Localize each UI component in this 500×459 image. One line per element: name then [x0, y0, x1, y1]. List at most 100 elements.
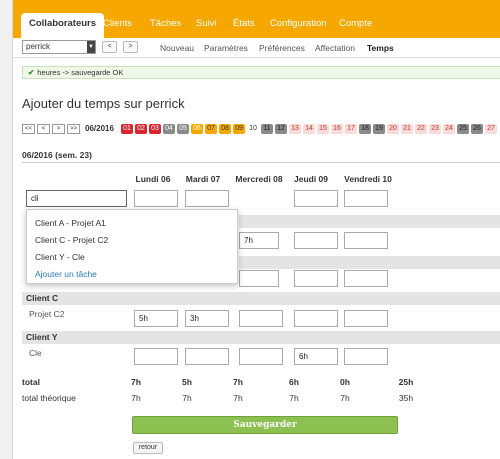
project-name: Projet C2 [29, 309, 65, 319]
client-row-bar [22, 331, 500, 344]
total-label: total [22, 377, 40, 387]
calendar-day[interactable]: 21 [401, 124, 413, 134]
hours-input[interactable]: 7h [239, 232, 279, 249]
column-header-jeudi: Jeudi 09 [293, 174, 329, 184]
autocomplete-option[interactable]: Client A - Projet A1 [35, 218, 106, 228]
hours-input[interactable] [185, 348, 229, 365]
column-header-mardi: Mardi 07 [185, 174, 221, 184]
top-navigation: Collaborateurs Clients Tâches Suivi État… [13, 0, 500, 38]
hours-input[interactable] [185, 190, 229, 207]
calendar-day[interactable]: 20 [387, 124, 399, 134]
calendar-day[interactable]: 05 [177, 124, 189, 134]
theorique-value: 7h [289, 393, 299, 403]
calendar-current-month: 06/2016 [85, 124, 114, 133]
success-message: ✔ heures -> sauvegarde OK [22, 66, 500, 79]
hours-input[interactable]: 6h [294, 348, 338, 365]
autocomplete-option[interactable]: Client Y - Cle [35, 252, 85, 262]
calendar-day[interactable]: 16 [331, 124, 343, 134]
sub-navigation: perrick ▼ < > Nouveau Paramètres Préfére… [13, 38, 500, 58]
back-button[interactable]: retour [133, 442, 163, 454]
calendar-day[interactable]: 22 [415, 124, 427, 134]
calendar-day[interactable]: 11 [261, 124, 273, 134]
calendar-day[interactable]: 08 [219, 124, 231, 134]
hours-input[interactable] [294, 310, 338, 327]
tab-compte[interactable]: Compte [339, 13, 372, 34]
calendar-day[interactable]: 09 [233, 124, 245, 134]
calendar-day[interactable]: 10 [247, 124, 259, 134]
save-button[interactable]: Sauvegarder [132, 416, 398, 434]
theorique-value: 7h [131, 393, 141, 403]
tab-taches[interactable]: Tâches [150, 13, 181, 34]
hours-input[interactable] [239, 348, 283, 365]
calendar-day[interactable]: 17 [345, 124, 357, 134]
calendar-day[interactable]: 23 [429, 124, 441, 134]
calendar-prev-button[interactable]: < [37, 124, 50, 134]
task-search-input[interactable]: cli [26, 190, 127, 207]
autocomplete-option[interactable]: Client C - Projet C2 [35, 235, 108, 245]
calendar-day[interactable]: 03 [149, 124, 161, 134]
client-row-bar [22, 292, 500, 305]
hours-input[interactable] [134, 190, 178, 207]
hours-input[interactable] [294, 270, 338, 287]
hours-input[interactable] [344, 270, 388, 287]
theorique-value: 7h [233, 393, 243, 403]
page-title: Ajouter du temps sur perrick [22, 96, 185, 111]
hours-input[interactable] [239, 270, 279, 287]
hours-input[interactable] [344, 348, 388, 365]
subtab-nouveau[interactable]: Nouveau [160, 41, 194, 55]
theorique-value: 7h [182, 393, 192, 403]
client-row-bar [239, 256, 500, 269]
hours-input[interactable] [344, 310, 388, 327]
hours-input[interactable] [344, 232, 388, 249]
tab-configuration[interactable]: Configuration [270, 13, 327, 34]
prev-user-button[interactable]: < [102, 41, 117, 53]
calendar-day[interactable]: 14 [303, 124, 315, 134]
calendar-first-button[interactable]: << [22, 124, 35, 134]
hours-input[interactable]: 5h [134, 310, 178, 327]
calendar-day[interactable]: 07 [205, 124, 217, 134]
hours-input[interactable] [134, 348, 178, 365]
calendar-day[interactable]: 02 [135, 124, 147, 134]
subtab-parametres[interactable]: Paramètres [204, 41, 248, 55]
calendar-day[interactable]: 19 [373, 124, 385, 134]
calendar-day[interactable]: 24 [443, 124, 455, 134]
theorique-value-week: 35h [398, 393, 414, 403]
client-name: Client C [26, 293, 59, 303]
calendar-day[interactable]: 26 [471, 124, 483, 134]
tab-clients[interactable]: Clients [103, 13, 132, 34]
total-value: 7h [131, 377, 141, 387]
hours-input[interactable] [344, 190, 388, 207]
calendar-day[interactable]: 27 [485, 124, 497, 134]
tab-collaborateurs[interactable]: Collaborateurs [21, 13, 105, 38]
subtab-preferences[interactable]: Préférences [259, 41, 305, 55]
calendar-day[interactable]: 06 [191, 124, 203, 134]
hours-input[interactable] [294, 190, 338, 207]
calendar-day[interactable]: 25 [457, 124, 469, 134]
hours-input[interactable]: 3h [185, 310, 229, 327]
calendar-next-button[interactable]: > [52, 124, 65, 134]
hours-input[interactable] [294, 232, 338, 249]
client-row-bar [239, 215, 500, 228]
subtab-temps[interactable]: Temps [367, 41, 394, 55]
calendar-day[interactable]: 12 [275, 124, 287, 134]
theorique-value: 7h [340, 393, 350, 403]
column-header-vendredi: Vendredi 10 [344, 174, 392, 184]
next-user-button[interactable]: > [123, 41, 138, 53]
calendar-day[interactable]: 15 [317, 124, 329, 134]
hours-input[interactable] [239, 310, 283, 327]
divider [22, 162, 500, 163]
calendar-day[interactable]: 13 [289, 124, 301, 134]
calendar-day[interactable]: 01 [121, 124, 133, 134]
user-select[interactable]: perrick ▼ [22, 40, 96, 54]
page-container: Collaborateurs Clients Tâches Suivi État… [12, 0, 500, 459]
calendar-day[interactable]: 18 [359, 124, 371, 134]
tab-suivi[interactable]: Suivi [196, 13, 217, 34]
subtab-affectation[interactable]: Affectation [315, 41, 355, 55]
week-heading: 06/2016 (sem. 23) [22, 150, 92, 160]
calendar-day[interactable]: 04 [163, 124, 175, 134]
add-task-link[interactable]: Ajouter un tâche [35, 269, 97, 279]
tab-etats[interactable]: États [233, 13, 255, 34]
calendar-last-button[interactable]: >> [67, 124, 80, 134]
autocomplete-dropdown: Client A - Projet A1 Client C - Projet C… [26, 209, 238, 284]
user-select-value: perrick [26, 42, 51, 51]
